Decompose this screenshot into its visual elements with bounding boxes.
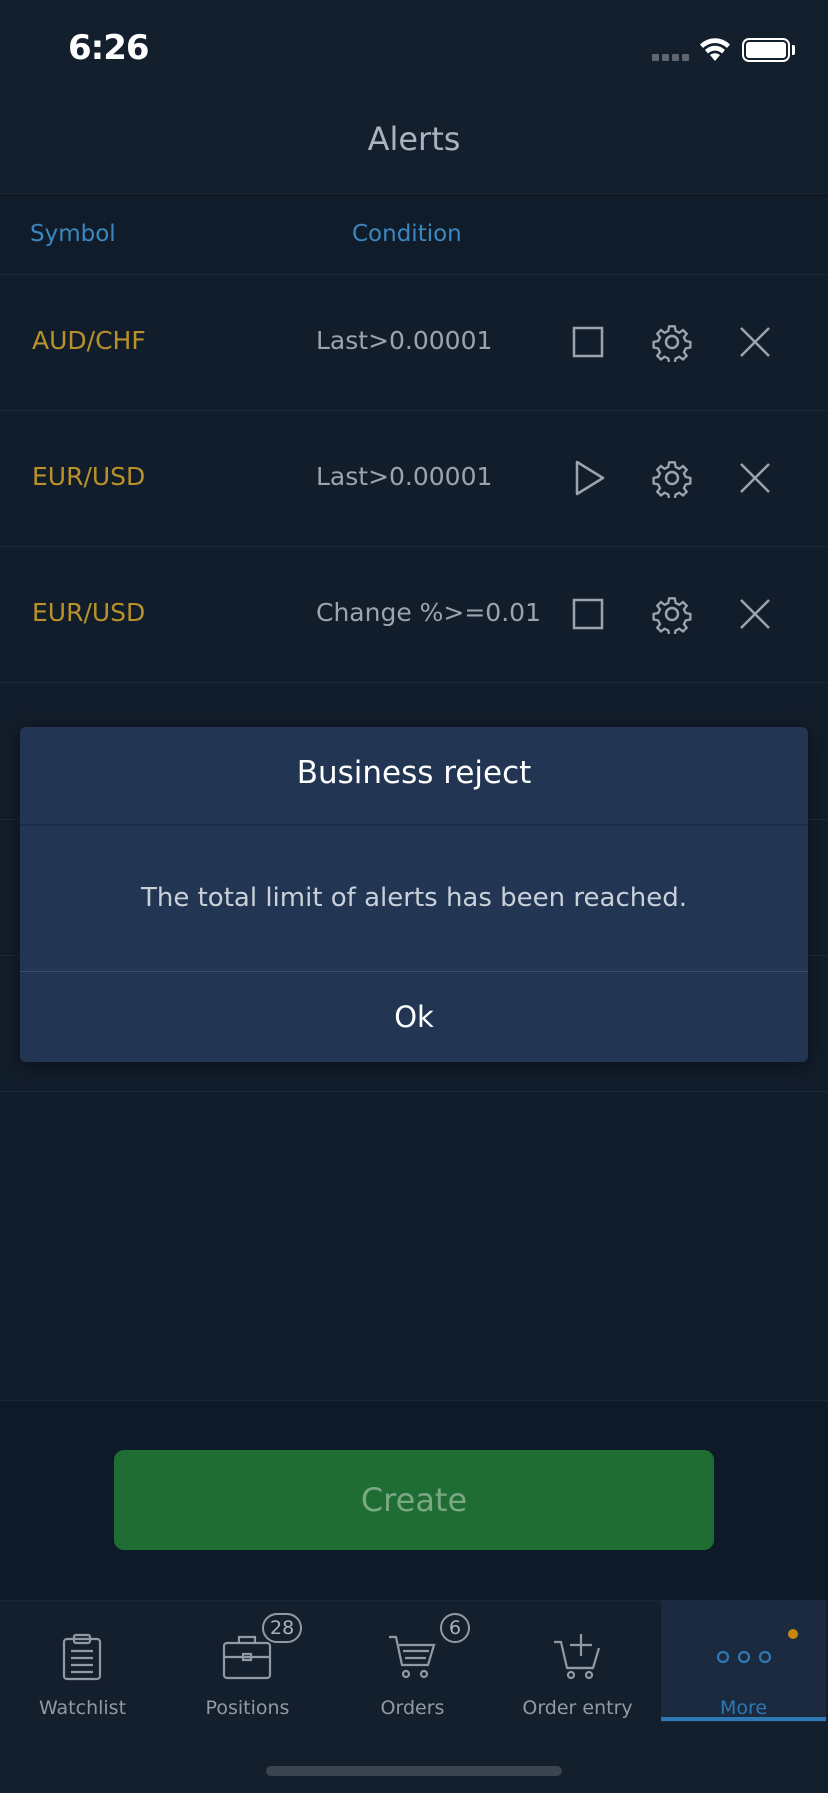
tab-label: Orders (380, 1697, 445, 1719)
close-icon[interactable] (735, 594, 775, 634)
active-tab-indicator (661, 1717, 826, 1721)
create-button-label: Create (360, 1481, 468, 1519)
wifi-icon (700, 38, 730, 61)
tab-label: Order entry (522, 1697, 633, 1719)
alert-condition: Last>0.00001 (316, 462, 493, 491)
play-icon[interactable] (568, 458, 608, 498)
column-condition: Condition (352, 221, 462, 247)
alert-row[interactable]: EUR/USD Last>0.00001 (0, 411, 828, 547)
tab-positions[interactable]: 28 Positions (165, 1600, 330, 1722)
alert-condition: Change %>=0.01 (316, 598, 541, 627)
tab-label: Positions (205, 1697, 290, 1719)
dialog-title: Business reject (296, 755, 532, 791)
dialog-ok-button[interactable]: Ok (20, 972, 808, 1062)
gear-icon[interactable] (652, 322, 692, 362)
stop-square-icon[interactable] (568, 322, 608, 362)
page-title: Alerts (367, 120, 461, 158)
positions-badge: 28 (262, 1613, 303, 1643)
status-time: 6:26 (68, 28, 150, 68)
tab-orders[interactable]: 6 Orders (330, 1600, 495, 1722)
tab-more[interactable]: More (661, 1600, 826, 1722)
notification-dot (788, 1629, 798, 1639)
home-indicator (266, 1766, 562, 1776)
more-dots-icon (716, 1650, 772, 1664)
tab-order-entry[interactable]: Order entry (495, 1600, 660, 1722)
alert-row[interactable]: EUR/USD Change %>=0.01 (0, 547, 828, 683)
business-reject-dialog: Business reject The total limit of alert… (20, 727, 808, 1062)
alert-row[interactable]: AUD/CHF Last>0.00001 (0, 275, 828, 411)
cart-icon (389, 1635, 436, 1679)
gear-icon[interactable] (652, 458, 692, 498)
gear-icon[interactable] (652, 594, 692, 634)
close-icon[interactable] (735, 458, 775, 498)
tab-label: More (719, 1697, 768, 1719)
cart-plus-icon (554, 1634, 601, 1680)
cellular-signal-icon (652, 0, 692, 70)
dialog-divider (20, 824, 808, 826)
dialog-ok-label: Ok (394, 1000, 434, 1034)
create-button[interactable]: Create (114, 1450, 714, 1550)
battery-icon (742, 38, 790, 62)
tab-watchlist[interactable]: Watchlist (0, 1600, 165, 1722)
alert-condition: Last>0.00001 (316, 326, 493, 355)
alert-symbol: EUR/USD (32, 462, 146, 491)
tab-label: Watchlist (38, 1697, 127, 1719)
battery-nub (792, 45, 795, 55)
orders-badge: 6 (440, 1613, 470, 1643)
clipboard-icon (62, 1633, 102, 1681)
alert-symbol: EUR/USD (32, 598, 146, 627)
alert-symbol: AUD/CHF (32, 326, 146, 355)
stop-square-icon[interactable] (568, 594, 608, 634)
column-symbol: Symbol (30, 221, 116, 247)
dialog-message: The total limit of alerts has been reach… (140, 883, 687, 913)
briefcase-icon (222, 1635, 272, 1680)
close-icon[interactable] (735, 322, 775, 362)
